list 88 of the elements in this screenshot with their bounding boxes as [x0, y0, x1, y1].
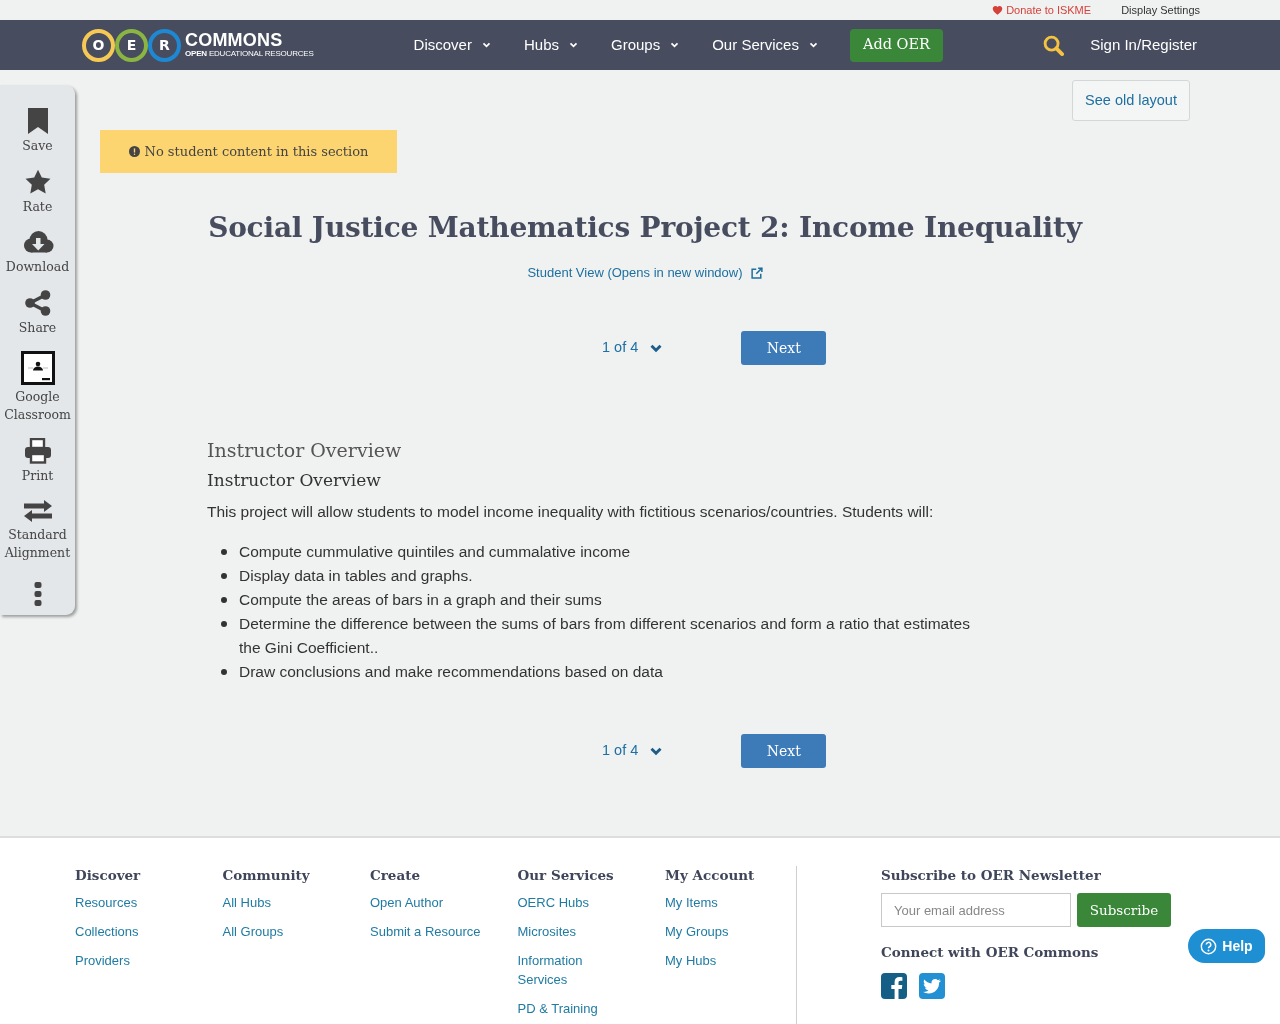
donate-link[interactable]: Donate to ISKME [992, 3, 1092, 17]
share-button[interactable]: Share [0, 290, 75, 337]
section-heading: Instructor Overview [207, 438, 403, 463]
footer-link[interactable]: My Hubs [665, 951, 779, 970]
bullet-text: Compute the areas of bars in a graph and their sums [239, 590, 602, 610]
footer-heading: Discover [75, 866, 142, 884]
footer-heading: Community [222, 866, 311, 884]
vertical-dots-icon [33, 582, 42, 606]
footer-link[interactable]: Microsites [517, 922, 632, 941]
footer-link[interactable]: PD & Training [517, 999, 632, 1018]
bullet-icon [221, 669, 227, 675]
footer-heading: My Account [665, 866, 756, 884]
facebook-icon[interactable] [881, 973, 907, 999]
next-button[interactable]: Next [741, 331, 827, 365]
footer-heading: Create [370, 866, 422, 884]
standard-alignment-button[interactable]: Standard Alignment [0, 499, 75, 562]
bullet-text: Draw conclusions and make recommendations based on data [239, 662, 663, 682]
page-select-dropdown[interactable]: 1 of 4 [602, 740, 664, 762]
footer-link[interactable]: Collections [75, 922, 189, 941]
external-link-icon [750, 267, 763, 279]
footer-link[interactable]: My Items [665, 893, 779, 912]
bullet-icon [221, 621, 227, 627]
section-subheading: Instructor Overview [207, 469, 382, 492]
print-button[interactable]: Print [0, 438, 75, 485]
logo-letter: O [82, 28, 115, 62]
nav-menu-item[interactable]: Discover [413, 33, 491, 57]
share-icon [24, 290, 51, 316]
footer-link[interactable]: Information Services [517, 951, 632, 989]
sign-in-link[interactable]: Sign In/Register [1090, 33, 1197, 57]
search-icon[interactable] [1043, 34, 1065, 56]
exchange-arrows-icon [22, 499, 53, 523]
page-title: Social Justice Mathematics Project 2: Income Inequality [207, 210, 1084, 246]
caret-icon [808, 42, 818, 48]
bullet-icon [221, 597, 227, 603]
rate-button[interactable]: Rate [0, 169, 75, 216]
footer-link[interactable]: OERC Hubs [517, 893, 632, 912]
footer-link[interactable]: Resources [75, 893, 189, 912]
heart-icon [992, 5, 1004, 15]
classroom-icon [20, 351, 55, 385]
footer-link[interactable]: Submit a Resource [370, 922, 484, 941]
logo-letter: R [148, 28, 181, 62]
bullet-text: Determine the difference between the sums of bars from different scenarios and form a ratio that estimates the Gini Coefficient.. [239, 614, 971, 658]
newsletter-heading: Subscribe to OER Newsletter [881, 866, 1102, 884]
caret-icon [569, 42, 578, 48]
logo-wordmark: COMMONS [185, 31, 284, 49]
more-button[interactable] [33, 582, 42, 606]
bullet-icon [221, 549, 227, 555]
footer-link[interactable]: Open Author [370, 893, 484, 912]
exclamation-icon [128, 146, 140, 157]
star-icon [24, 169, 51, 195]
classroom-button[interactable]: Google Classroom [0, 351, 75, 424]
nav-menu-item[interactable]: Our Services [712, 33, 818, 57]
next-button[interactable]: Next [741, 734, 827, 768]
chevron-down-icon [649, 746, 664, 756]
notice-text: No student content in this section [144, 142, 369, 161]
nav-menu-item[interactable]: Hubs [523, 33, 578, 57]
logo-letter: E [115, 28, 148, 62]
printer-icon [23, 438, 52, 464]
footer-link[interactable]: All Groups [222, 922, 337, 941]
footer-link[interactable]: All Hubs [222, 893, 337, 912]
nav-menu-item[interactable]: Groups [611, 33, 680, 57]
subscribe-button[interactable]: Subscribe [1077, 893, 1171, 927]
display-settings-link[interactable]: Display Settings [1121, 3, 1200, 17]
download-button[interactable]: Download [0, 230, 75, 276]
bullet-text: Compute cummulative quintiles and cummalative income [239, 542, 631, 562]
site-logo[interactable]: O E R COMMONS OPEN EDUCATIONAL RESOURCES [82, 28, 314, 62]
bullet-icon [221, 573, 227, 579]
twitter-icon[interactable] [919, 973, 945, 999]
add-oer-button[interactable]: Add OER [849, 28, 943, 62]
page-select-dropdown[interactable]: 1 of 4 [602, 337, 664, 359]
logo-tagline: OPEN EDUCATIONAL RESOURCES [185, 49, 314, 59]
see-old-layout-button[interactable]: See old layout [1072, 80, 1190, 121]
help-button[interactable]: Help [1188, 929, 1265, 963]
email-field[interactable]: Your email address [881, 893, 1071, 927]
intro-paragraph: This project will allow students to model income inequality with fictitious scenarios/countries. Students will: [207, 502, 935, 522]
student-view-link[interactable]: Student View (Opens in new window) [527, 263, 763, 283]
bullet-text: Display data in tables and graphs. [239, 566, 473, 586]
caret-icon [670, 42, 680, 48]
cloud-download-icon [21, 230, 54, 255]
footer-link[interactable]: My Groups [665, 922, 779, 941]
help-icon [1200, 937, 1218, 955]
connect-heading: Connect with OER Commons [881, 943, 1100, 961]
bookmark-icon [26, 108, 49, 134]
save-button[interactable]: Save [0, 108, 75, 155]
footer-link[interactable]: Providers [75, 951, 189, 970]
caret-icon [481, 42, 491, 48]
chevron-down-icon [649, 343, 664, 353]
footer-heading: Our Services [517, 866, 615, 884]
